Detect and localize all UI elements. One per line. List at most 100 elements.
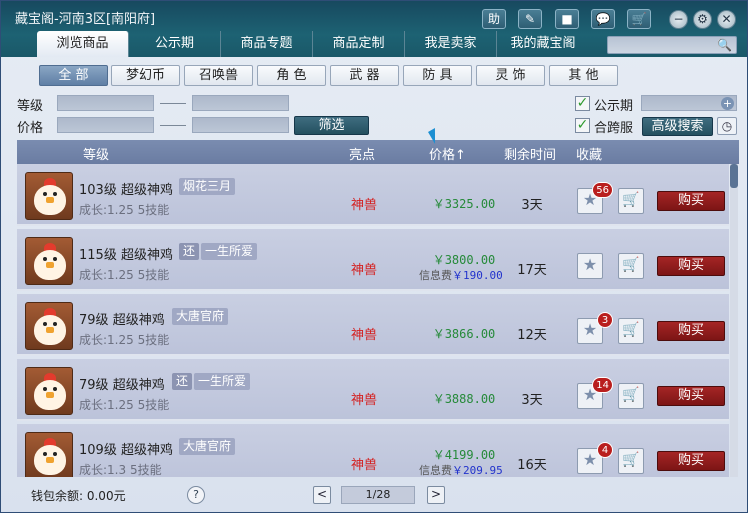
tab-seller[interactable]: 我是卖家 <box>405 31 497 57</box>
header-price[interactable]: 价格↑ <box>429 144 466 163</box>
category-all[interactable]: 全 部 <box>39 65 108 86</box>
next-page-button[interactable]: > <box>427 486 445 504</box>
tab-custom[interactable]: 商品定制 <box>313 31 405 57</box>
plus-icon[interactable]: + <box>721 97 734 110</box>
server-tag: 大唐官府 <box>179 438 236 455</box>
cart-button[interactable]: 🛒 <box>618 318 644 344</box>
highlight-text: 神兽 <box>351 458 378 473</box>
help-char-button[interactable]: 助 <box>482 9 506 29</box>
search-icon[interactable]: 🔍 <box>717 38 732 52</box>
header-time[interactable]: 剩余时间 <box>504 144 556 163</box>
buy-button[interactable]: 购买 <box>657 451 725 471</box>
title-bar: 藏宝阁-河南3区[南阳府] 助 ✎ ■ 💬 🛒 − ⚙ ✕ 浏览商品 公示期 商… <box>1 1 747 57</box>
advanced-search-button[interactable]: 高级搜索 <box>642 117 713 136</box>
cart-button[interactable]: 🛒 <box>618 253 644 279</box>
favorite-count-badge: 56 <box>592 182 613 198</box>
favorite-button[interactable]: ★ 4 <box>577 442 613 474</box>
page-indicator: 1/28 <box>341 486 415 504</box>
category-armor[interactable]: 防 具 <box>403 65 472 86</box>
favorite-button[interactable]: ★ 3 <box>577 312 613 344</box>
category-characters[interactable]: 角 色 <box>257 65 326 86</box>
help-icon[interactable]: ? <box>187 486 205 504</box>
server-tag: 一生所爱 <box>201 243 258 260</box>
info-fee: 信息费￥190.00 <box>419 269 503 282</box>
server-tag: 大唐官府 <box>172 308 229 325</box>
chick-eye <box>43 192 47 196</box>
category-accessories[interactable]: 灵 饰 <box>476 65 545 86</box>
chick-eye <box>53 387 57 391</box>
settings-icon[interactable]: ⚙ <box>693 10 712 29</box>
pet-avatar[interactable] <box>25 172 73 220</box>
search-input[interactable]: 🔍 <box>607 36 737 54</box>
tab-browse[interactable]: 浏览商品 <box>37 31 129 57</box>
public-label: 公示期 <box>594 99 634 114</box>
cart-icon[interactable]: 🛒 <box>627 9 651 29</box>
category-other[interactable]: 其 他 <box>549 65 618 86</box>
wallet-balance: 钱包余额: 0.00元 <box>31 489 126 503</box>
highlight-text: 神兽 <box>351 263 378 278</box>
cross-server-checkbox[interactable]: ✓ <box>575 118 590 133</box>
clock-icon[interactable]: ◷ <box>717 117 737 135</box>
category-weapons[interactable]: 武 器 <box>330 65 399 86</box>
prev-page-button[interactable]: < <box>313 486 331 504</box>
cart-button[interactable]: 🛒 <box>618 448 644 474</box>
pet-avatar[interactable] <box>25 367 73 415</box>
chick-beak <box>46 327 54 333</box>
list-scrollbar[interactable] <box>730 164 738 477</box>
header-level[interactable]: 等级 <box>83 144 109 163</box>
buy-button[interactable]: 购买 <box>657 256 725 276</box>
tab-my-treasure[interactable]: 我的藏宝阁 <box>497 31 589 57</box>
price-text: ￥4199.00 <box>432 448 496 462</box>
minimize-icon[interactable]: − <box>669 10 688 29</box>
price-min-input[interactable] <box>57 117 154 133</box>
buy-button[interactable]: 购买 <box>657 191 725 211</box>
public-checkbox[interactable]: ✓ <box>575 96 590 111</box>
category-coins[interactable]: 梦幻币 <box>111 65 180 86</box>
price-text: ￥3325.00 <box>432 197 496 211</box>
public-select[interactable]: + <box>641 95 737 111</box>
cart-button[interactable]: 🛒 <box>618 188 644 214</box>
pet-growth: 成长:1.25 5技能 <box>79 398 170 412</box>
favorite-count-badge: 14 <box>592 377 613 393</box>
table-row[interactable]: 79级 超级神鸡 还 一生所爱 成长:1.25 5技能 神兽 ￥3888.00 … <box>17 359 729 421</box>
chick-eye <box>43 322 47 326</box>
listing-rows: 103级 超级神鸡 烟花三月 成长:1.25 5技能 神兽 ￥3325.00 3… <box>17 164 729 477</box>
server-tag: 烟花三月 <box>179 178 236 195</box>
pet-avatar[interactable] <box>25 432 73 477</box>
favorite-count-badge: 3 <box>597 312 613 328</box>
filter-button[interactable]: 筛选 <box>294 116 369 135</box>
favorite-button[interactable]: ★ 56 <box>577 182 613 214</box>
table-row[interactable]: 115级 超级神鸡 还 一生所爱 成长:1.25 5技能 神兽 ￥3800.00… <box>17 229 729 291</box>
buy-button[interactable]: 购买 <box>657 386 725 406</box>
price-max-input[interactable] <box>192 117 289 133</box>
tab-public[interactable]: 公示期 <box>129 31 221 57</box>
time-left: 3天 <box>521 393 543 408</box>
close-icon[interactable]: ✕ <box>717 10 736 29</box>
favorite-count-badge: 4 <box>597 442 613 458</box>
category-summons[interactable]: 召唤兽 <box>184 65 253 86</box>
stop-icon[interactable]: ■ <box>555 9 579 29</box>
table-row[interactable]: 109级 超级神鸡 大唐官府 成长:1.3 5技能 神兽 ￥4199.00 信息… <box>17 424 729 477</box>
level-min-input[interactable] <box>57 95 154 111</box>
table-row[interactable]: 79级 超级神鸡 大唐官府 成长:1.25 5技能 神兽 ￥3866.00 12… <box>17 294 729 356</box>
pet-avatar[interactable] <box>25 302 73 350</box>
chick-eye <box>43 387 47 391</box>
table-header: 等级 亮点 价格↑ 剩余时间 收藏 <box>17 140 739 164</box>
tab-topics[interactable]: 商品专题 <box>221 31 313 57</box>
favorite-button[interactable]: ★ 14 <box>577 377 613 409</box>
chat-icon[interactable]: 💬 <box>591 9 615 29</box>
favorite-button[interactable]: ★ <box>577 253 603 279</box>
price-text: ￥3800.00 <box>432 253 496 267</box>
cart-button[interactable]: 🛒 <box>618 383 644 409</box>
table-row[interactable]: 103级 超级神鸡 烟花三月 成长:1.25 5技能 神兽 ￥3325.00 3… <box>17 164 729 226</box>
return-tag: 还 <box>179 243 200 260</box>
pet-growth: 成长:1.25 5技能 <box>79 268 170 282</box>
time-left: 16天 <box>517 458 547 473</box>
buy-button[interactable]: 购买 <box>657 321 725 341</box>
scroll-thumb[interactable] <box>730 164 738 188</box>
chick-eye <box>53 257 57 261</box>
chick-eye <box>43 257 47 261</box>
level-max-input[interactable] <box>192 95 289 111</box>
edit-icon[interactable]: ✎ <box>518 9 542 29</box>
pet-avatar[interactable] <box>25 237 73 285</box>
